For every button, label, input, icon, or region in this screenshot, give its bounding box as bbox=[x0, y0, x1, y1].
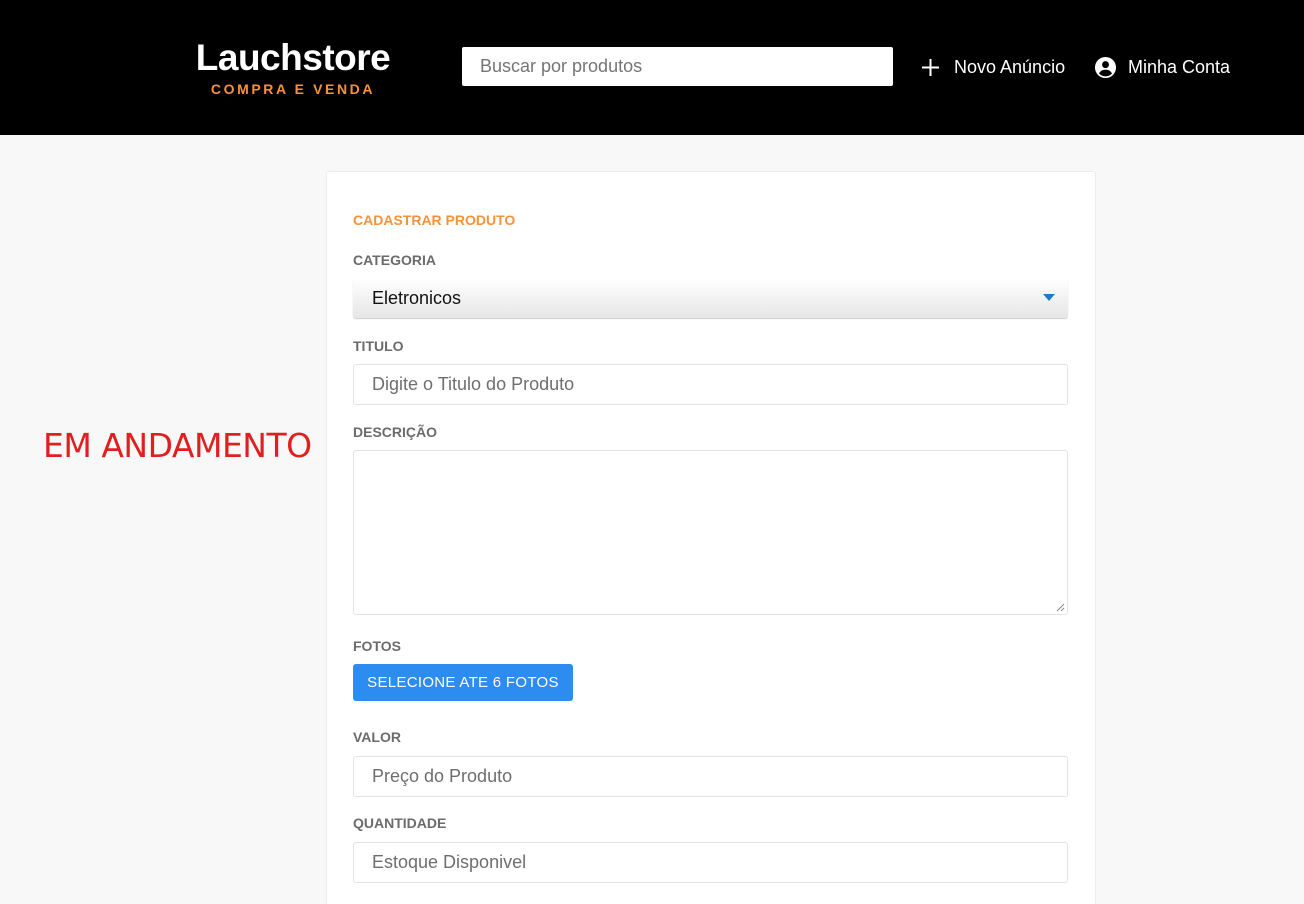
category-label: CATEGORIA bbox=[353, 252, 436, 268]
photos-label: FOTOS bbox=[353, 638, 401, 654]
brand-tagline: COMPRA E VENDA bbox=[210, 81, 376, 97]
brand-name: Lauchstore bbox=[195, 37, 391, 78]
description-label: DESCRIÇÃO bbox=[353, 424, 438, 440]
account-label: Minha Conta bbox=[1128, 56, 1231, 77]
price-input[interactable] bbox=[353, 756, 1068, 797]
new-listing-link[interactable]: Novo Anúncio bbox=[921, 52, 1065, 82]
category-selected-value: Eletronicos bbox=[372, 287, 462, 308]
title-label: TITULO bbox=[353, 338, 404, 354]
brand-logo[interactable]: Lauchstore COMPRA E VENDA bbox=[193, 36, 393, 97]
top-navigation-bar: Lauchstore COMPRA E VENDA Novo Anúncio M… bbox=[0, 0, 1304, 135]
search-input[interactable] bbox=[462, 47, 893, 86]
title-input[interactable] bbox=[353, 364, 1068, 405]
new-listing-label: Novo Anúncio bbox=[954, 56, 1066, 77]
caret-down-icon bbox=[1043, 294, 1055, 301]
description-textarea[interactable] bbox=[353, 450, 1068, 615]
category-select[interactable]: Eletronicos bbox=[353, 278, 1068, 318]
account-link[interactable]: Minha Conta bbox=[1094, 52, 1230, 82]
progress-status-text: EM ANDAMENTO bbox=[43, 426, 312, 465]
resize-grip-icon[interactable] bbox=[1056, 603, 1065, 612]
product-form-card: CADASTRAR PRODUTO CATEGORIA Eletronicos … bbox=[326, 171, 1096, 904]
select-photos-button[interactable]: SELECIONE ATE 6 FOTOS bbox=[353, 664, 573, 701]
quantity-input[interactable] bbox=[353, 842, 1068, 883]
plus-icon bbox=[922, 58, 939, 76]
quantity-label: QUANTIDADE bbox=[353, 815, 447, 831]
account-circle-icon bbox=[1094, 56, 1117, 78]
price-label: VALOR bbox=[353, 729, 401, 745]
form-title: CADASTRAR PRODUTO bbox=[353, 212, 516, 228]
